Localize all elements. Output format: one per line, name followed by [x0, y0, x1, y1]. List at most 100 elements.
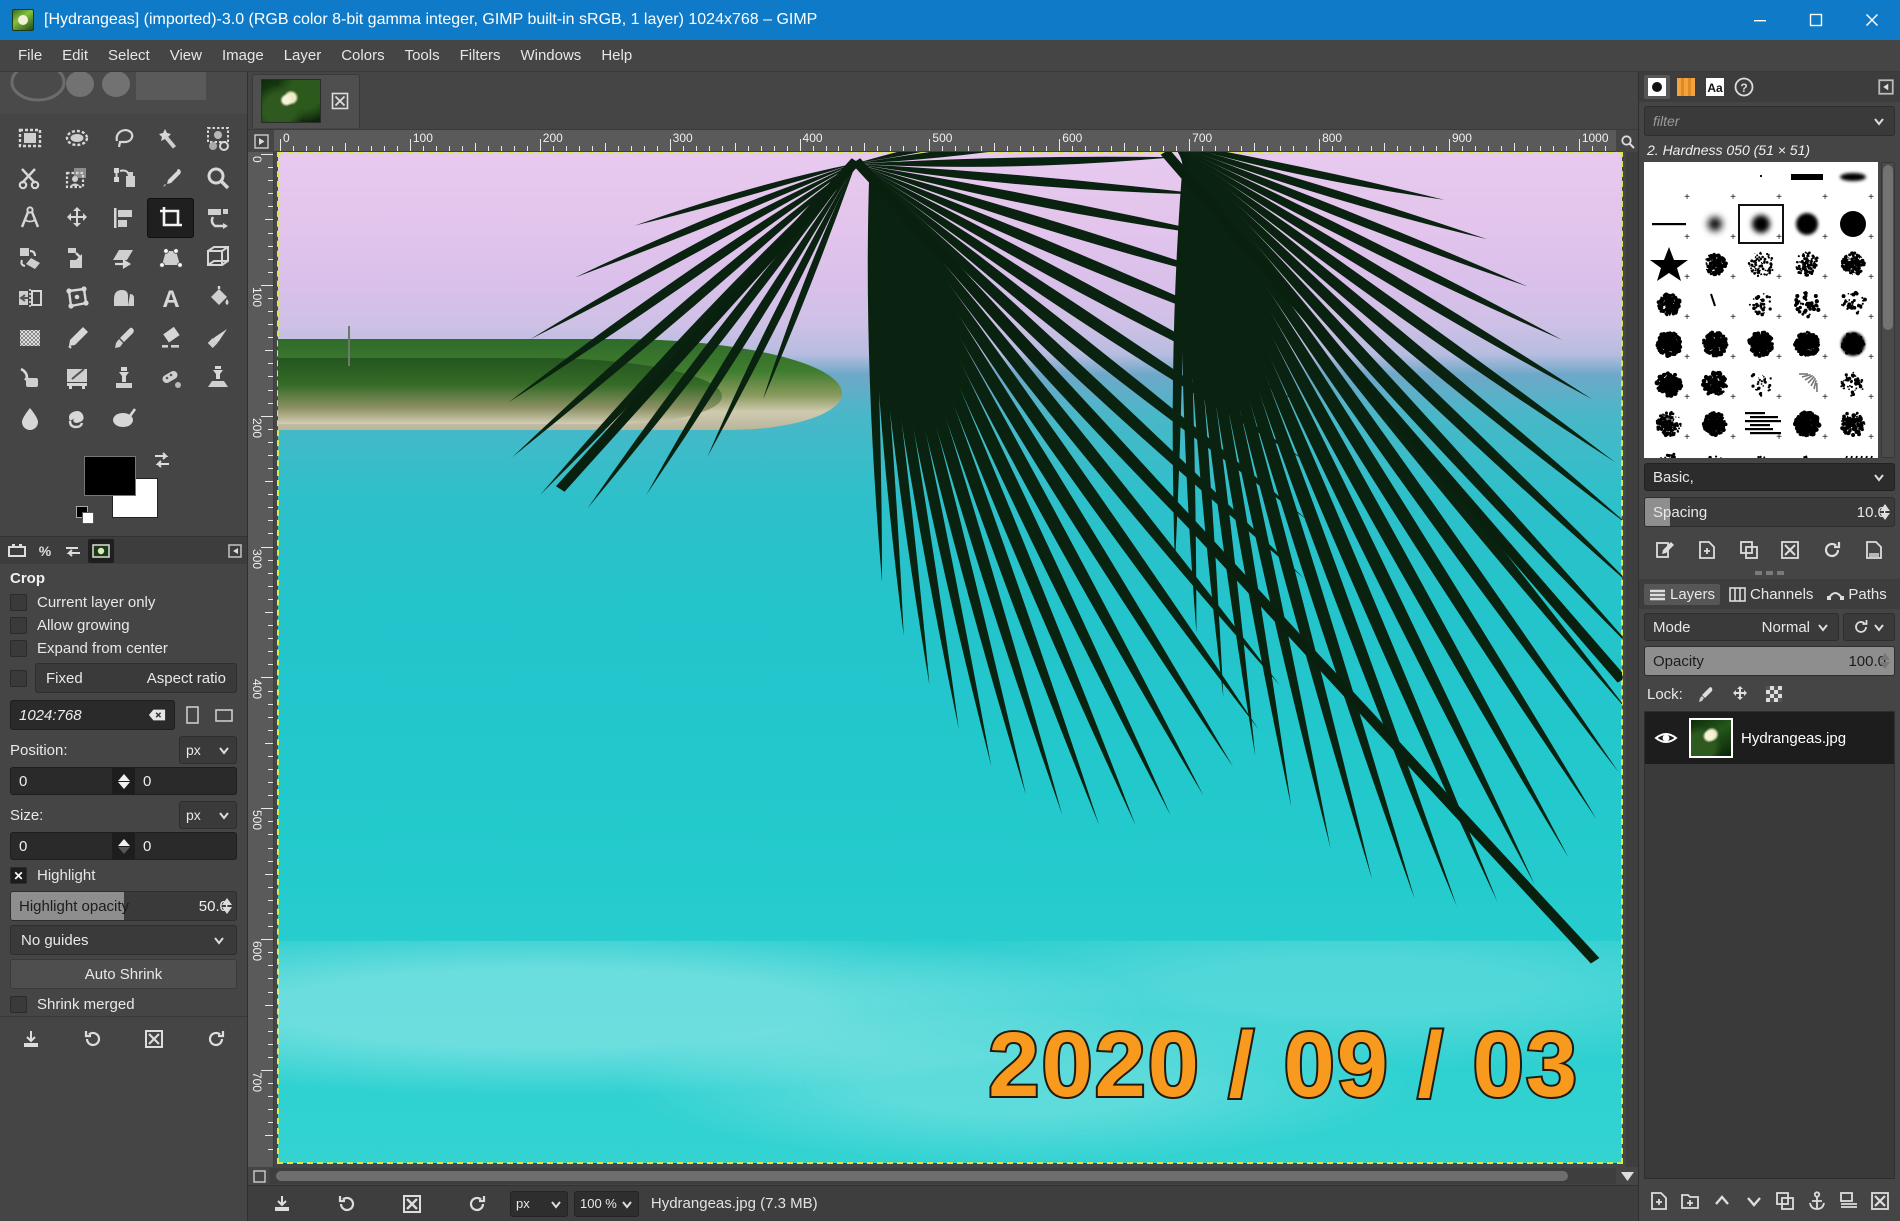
reset-colors-icon[interactable]: [76, 506, 96, 526]
brush-cell[interactable]: +: [1692, 444, 1738, 458]
layer-row[interactable]: Hydrangeas.jpg: [1645, 712, 1894, 764]
restore-options-icon[interactable]: [78, 1024, 108, 1054]
brush-grid[interactable]: ++++++++++++++++++++++++++++++++++++++++: [1644, 162, 1878, 458]
brush-cell[interactable]: +: [1830, 444, 1876, 458]
lock-alpha-icon[interactable]: [1763, 683, 1785, 705]
brush-cell[interactable]: +: [1692, 244, 1738, 284]
menu-item-windows[interactable]: Windows: [510, 43, 591, 68]
brush-cell[interactable]: +: [1692, 324, 1738, 364]
perspective-clone-icon[interactable]: [194, 358, 241, 398]
gradient-icon[interactable]: [6, 318, 53, 358]
lock-pixels-icon[interactable]: [1695, 683, 1717, 705]
auto-shrink-button[interactable]: Auto Shrink: [10, 959, 237, 989]
brushes-icon[interactable]: [1644, 75, 1670, 99]
brush-cell[interactable]: +: [1738, 164, 1784, 204]
mypaint-brush-icon[interactable]: [53, 358, 100, 398]
zoom-icon[interactable]: [194, 158, 241, 198]
brush-cell[interactable]: +: [1646, 284, 1692, 324]
open-as-image-icon[interactable]: [1860, 536, 1888, 564]
anchor-layer-icon[interactable]: [1803, 1187, 1831, 1215]
tab-layers[interactable]: Layers: [1644, 583, 1721, 605]
menu-item-tools[interactable]: Tools: [395, 43, 450, 68]
images-icon[interactable]: [88, 538, 114, 563]
layer-mode-options-button[interactable]: [1843, 613, 1895, 641]
portrait-icon[interactable]: [180, 701, 206, 729]
close-tab-icon[interactable]: [329, 90, 351, 112]
tab-channels[interactable]: Channels: [1724, 584, 1818, 605]
layer-name[interactable]: Hydrangeas.jpg: [1741, 730, 1846, 747]
smudge-icon[interactable]: [53, 398, 100, 438]
brush-cell[interactable]: +: [1784, 204, 1830, 244]
brush-cell[interactable]: +: [1646, 444, 1692, 458]
checkbox[interactable]: [10, 617, 27, 634]
brush-cell[interactable]: +: [1738, 444, 1784, 458]
brush-cell[interactable]: +: [1830, 404, 1876, 444]
aspect-ratio-input[interactable]: 1024:768: [10, 700, 175, 730]
menu-item-help[interactable]: Help: [591, 43, 642, 68]
raise-layer-icon[interactable]: [1708, 1187, 1736, 1215]
foreground-select-icon[interactable]: [53, 158, 100, 198]
brush-cell[interactable]: +: [1784, 284, 1830, 324]
layer-opacity-slider[interactable]: Opacity 100.0: [1644, 646, 1895, 676]
highlight-checkbox[interactable]: [10, 867, 27, 884]
position-spinner[interactable]: [113, 767, 135, 795]
lock-position-icon[interactable]: [1729, 683, 1751, 705]
menu-item-image[interactable]: Image: [212, 43, 274, 68]
new-brush-icon[interactable]: [1693, 536, 1721, 564]
tab-paths[interactable]: Paths: [1822, 584, 1891, 605]
delete-layer-icon[interactable]: [1866, 1187, 1894, 1215]
swap-colors-icon[interactable]: [152, 450, 172, 470]
menu-item-file[interactable]: File: [8, 43, 52, 68]
fixed-checkbox[interactable]: [10, 669, 27, 687]
position-unit-combo[interactable]: px: [179, 736, 237, 764]
size-unit-combo[interactable]: px: [179, 801, 237, 829]
brush-cell[interactable]: +: [1830, 164, 1876, 204]
duplicate-brush-icon[interactable]: [1735, 536, 1763, 564]
canvas-horizontal-scrollbar[interactable]: [270, 1168, 1616, 1184]
brush-cell[interactable]: +: [1784, 364, 1830, 404]
delete-options-icon[interactable]: [139, 1024, 169, 1054]
layer-list[interactable]: Hydrangeas.jpg: [1644, 711, 1895, 1179]
size-width-input[interactable]: 0: [10, 832, 113, 860]
ink-icon[interactable]: [6, 358, 53, 398]
brush-cell[interactable]: +: [1830, 324, 1876, 364]
image-tab-hydrangeas[interactable]: [252, 73, 360, 128]
highlight-opacity-spinner[interactable]: [220, 892, 234, 920]
option-highlight[interactable]: Highlight: [0, 864, 247, 887]
rect-select-icon[interactable]: [6, 118, 53, 158]
merge-down-icon[interactable]: [1835, 1187, 1863, 1215]
blur-sharpen-icon[interactable]: [6, 398, 53, 438]
canvas-vertical-scrollbar[interactable]: [1626, 152, 1638, 1167]
chevron-down-icon[interactable]: [1872, 114, 1886, 128]
patterns-icon[interactable]: [1673, 75, 1699, 99]
rotate-icon[interactable]: [6, 238, 53, 278]
device-status-icon[interactable]: %: [32, 539, 58, 563]
image-canvas[interactable]: 2020 / 09 / 03: [277, 152, 1623, 1164]
redo-icon[interactable]: [464, 1191, 490, 1217]
spacing-spinner[interactable]: [1878, 498, 1892, 526]
reset-options-icon[interactable]: [201, 1024, 231, 1054]
vertical-ruler[interactable]: 0 100 200 300 400 500 600 700: [248, 152, 274, 1167]
brush-cell[interactable]: +: [1830, 244, 1876, 284]
brush-cell[interactable]: +: [1646, 404, 1692, 444]
airbrush-icon[interactable]: [194, 318, 241, 358]
fixed-aspect-combo[interactable]: Fixed Aspect ratio: [35, 663, 237, 693]
brush-cell[interactable]: +: [1692, 164, 1738, 204]
color-picker-icon[interactable]: [147, 158, 194, 198]
brush-cell[interactable]: +: [1738, 284, 1784, 324]
brush-cell[interactable]: +: [1646, 244, 1692, 284]
lower-layer-icon[interactable]: [1740, 1187, 1768, 1215]
save-icon[interactable]: [269, 1191, 295, 1217]
measure-icon[interactable]: [6, 198, 53, 238]
unit-selector[interactable]: px: [510, 1190, 568, 1217]
size-height-input[interactable]: 0: [135, 832, 237, 860]
maximize-button[interactable]: [1788, 0, 1844, 40]
paths-icon[interactable]: [100, 158, 147, 198]
canvas-scroll[interactable]: 2020 / 09 / 03: [274, 152, 1626, 1167]
brush-cell[interactable]: +: [1692, 204, 1738, 244]
flip-icon[interactable]: [6, 278, 53, 318]
ellipse-select-icon[interactable]: [53, 118, 100, 158]
brush-tag-combo[interactable]: Basic,: [1644, 463, 1895, 491]
menu-item-edit[interactable]: Edit: [52, 43, 98, 68]
highlight-opacity-slider[interactable]: Highlight opacity 50.0: [10, 891, 237, 921]
